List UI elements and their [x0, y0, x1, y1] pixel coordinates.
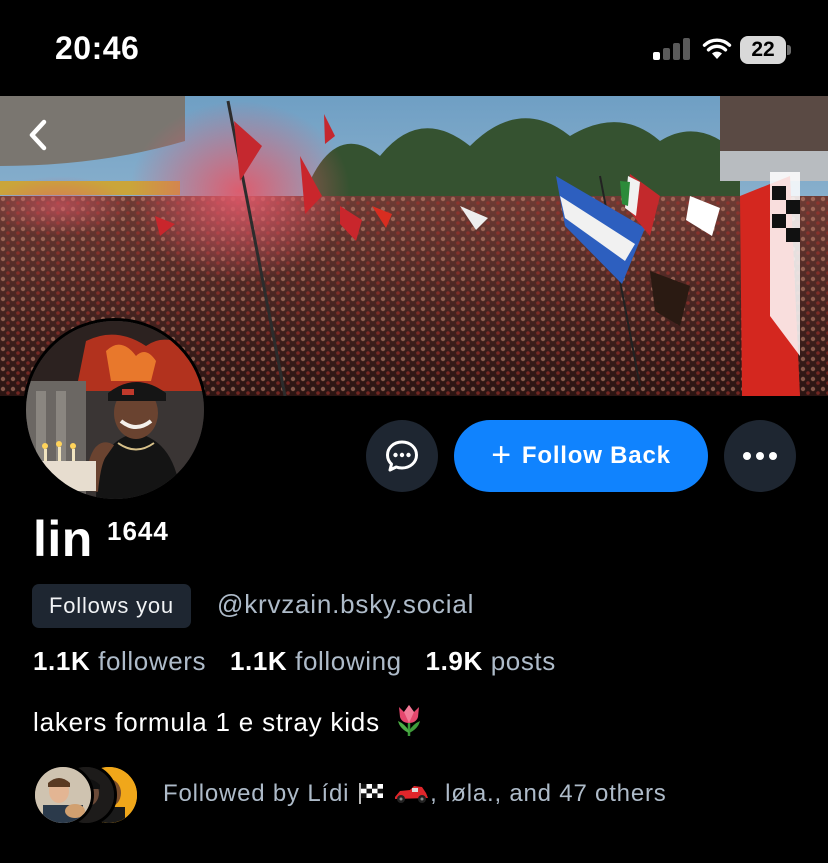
status-time: 20:46 [55, 30, 140, 66]
following-stat[interactable]: 1.1K following [230, 646, 402, 676]
follows-you-badge: Follows you [32, 584, 191, 628]
chat-bubble-icon [386, 440, 418, 472]
plus-icon: + [491, 435, 512, 474]
race-car-icon [395, 786, 429, 803]
mutual-avatar [32, 764, 94, 826]
back-button[interactable] [18, 113, 58, 157]
followed-by-suffix: , løla., and 47 others [430, 780, 667, 807]
followed-by-text[interactable]: Followed by Lídi , løla., and 47 others [163, 780, 667, 808]
tulip-icon [397, 705, 420, 736]
posts-count: 1.9K [425, 646, 483, 676]
profile-handle: @krvzain.bsky.social [217, 589, 475, 619]
more-options-button[interactable] [724, 420, 796, 492]
followed-by-prefix: Followed by Lídi [163, 780, 350, 807]
follow-back-label: Follow Back [521, 442, 671, 469]
chevron-left-icon [29, 119, 47, 151]
posts-stat: 1.9K posts [426, 646, 556, 676]
followers-count: 1.1K [33, 646, 91, 676]
followers-stat[interactable]: 1.1K followers [33, 646, 206, 676]
status-bar: 20:46 22 [0, 0, 828, 96]
message-button[interactable] [366, 420, 438, 492]
display-name: lin [33, 511, 93, 567]
wifi-icon [702, 38, 732, 59]
follow-back-button[interactable]: + Follow Back [454, 420, 708, 492]
cellular-signal-icon [653, 38, 691, 60]
profile-avatar[interactable] [23, 318, 207, 502]
posts-label: posts [490, 646, 556, 676]
profile-stats: 1.1K followers 1.1K following 1.9K posts [33, 646, 556, 677]
bio-text: lakers formula 1 e stray kids [33, 707, 380, 737]
ellipsis-icon [743, 452, 751, 460]
mutual-followers-avatars[interactable] [32, 764, 142, 826]
following-label: following [295, 646, 402, 676]
display-name-suffix: 1644 [107, 516, 169, 546]
checkered-flag-icon [358, 783, 383, 804]
following-count: 1.1K [229, 646, 288, 676]
ellipsis-dot [769, 452, 777, 460]
profile-bio: lakers formula 1 e stray kids [33, 703, 424, 738]
followers-label: followers [98, 646, 207, 676]
battery-icon: 22 [740, 36, 792, 64]
ellipsis-dot [756, 452, 764, 460]
battery-level: 22 [751, 38, 775, 61]
